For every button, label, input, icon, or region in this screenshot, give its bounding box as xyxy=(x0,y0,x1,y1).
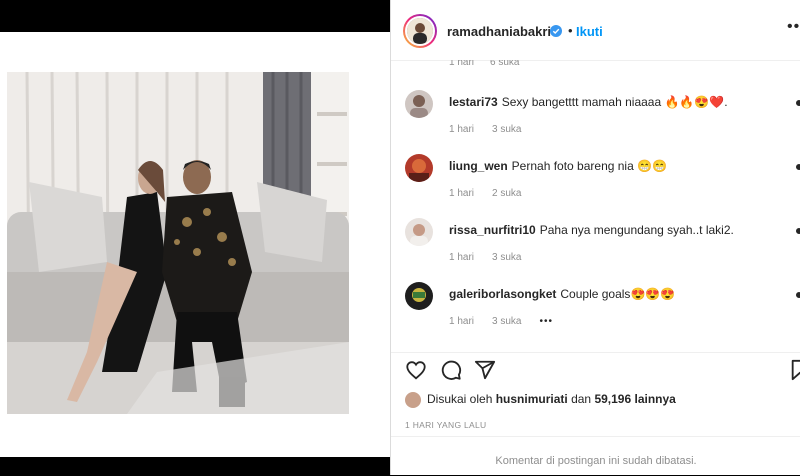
comment-item: lestari73 Sexy bangetttt mamah niaaaa 🔥🔥😍… xyxy=(391,90,800,150)
share-icon[interactable] xyxy=(474,359,496,381)
likes-summary: Disukai oleh husnimuriati dan 59,196 lai… xyxy=(405,392,676,408)
comment-emoji: 🔥🔥😍❤️. xyxy=(664,95,728,109)
comment-like-icon[interactable] xyxy=(796,100,800,106)
heart-icon[interactable] xyxy=(405,359,427,381)
commenter-avatar[interactable] xyxy=(405,218,433,246)
post-photo[interactable] xyxy=(7,72,349,414)
post-header: ramadhaniabakrie • Ikuti ••• xyxy=(391,0,800,61)
comment-time: 1 hari xyxy=(449,252,475,263)
comment-text: Paha nya mengundang syah..t laki2. xyxy=(539,223,734,237)
comment-item: liung_wen Pernah foto bareng nia 😁😁 1 har… xyxy=(391,154,800,214)
liker-avatar[interactable] xyxy=(405,392,421,408)
post-actions-bar xyxy=(391,352,800,383)
comment-like-icon[interactable] xyxy=(796,292,800,298)
commenter-username[interactable]: rissa_nurfitri10 xyxy=(449,223,536,237)
comments-closed-text: Komentar di postingan ini sudah dibatasi… xyxy=(495,455,697,467)
comment-like-icon[interactable] xyxy=(796,164,800,170)
commenter-avatar[interactable] xyxy=(405,282,433,310)
likes-count[interactable]: 59,196 lainnya xyxy=(594,392,675,406)
commenter-username[interactable]: lestari73 xyxy=(449,95,498,109)
comment-icon[interactable] xyxy=(440,359,462,381)
comment-more-icon[interactable]: ••• xyxy=(539,316,553,327)
comment-likes[interactable]: 3 suka xyxy=(492,316,521,327)
comment-text: Sexy bangetttt mamah niaaaa xyxy=(501,95,662,109)
comment-text: Pernah foto bareng nia xyxy=(511,159,634,173)
commenter-username[interactable]: liung_wen xyxy=(449,159,508,173)
verified-icon xyxy=(550,25,562,37)
comment-time: 1 hari xyxy=(449,124,475,135)
comments-list[interactable]: 1 hari 6 suka lestari73 Sexy bangetttt mam… xyxy=(391,60,800,350)
post-timestamp[interactable]: 1 HARI YANG LALU xyxy=(405,420,487,430)
commenter-username[interactable]: galeriborlasongket xyxy=(449,287,556,301)
more-options-icon[interactable]: ••• xyxy=(787,18,800,36)
poster-avatar[interactable] xyxy=(403,14,437,48)
comment-time: 1 hari xyxy=(449,316,475,327)
comment-item: galeriborlasongket Couple goals😍😍😍 1 hari… xyxy=(391,282,800,342)
post-side-panel: ramadhaniabakrie • Ikuti ••• 1 hari6 suk… xyxy=(390,0,800,475)
bookmark-icon[interactable] xyxy=(789,359,800,381)
comment-emoji: 😁😁 xyxy=(637,159,667,173)
comment-time: 1 hari xyxy=(449,188,475,199)
comment-emoji: 😍😍😍 xyxy=(630,287,676,301)
comment-likes[interactable]: 3 suka xyxy=(492,124,521,135)
comment-likes[interactable]: 2 suka xyxy=(492,188,521,199)
comment-item: rissa_nurfitri10 Paha nya mengundang syah… xyxy=(391,218,800,278)
top-comment-meta: 1 hari 6 suka xyxy=(449,60,520,68)
comment-like-icon[interactable] xyxy=(796,228,800,234)
image-bottom-bar xyxy=(0,457,390,475)
poster-username[interactable]: ramadhaniabakrie xyxy=(447,24,558,39)
comment-likes[interactable]: 3 suka xyxy=(492,252,521,263)
comments-closed-notice: Komentar di postingan ini sudah dibatasi… xyxy=(391,436,800,476)
liker-username[interactable]: husnimuriati xyxy=(496,392,568,406)
image-top-bar xyxy=(0,0,390,32)
commenter-avatar[interactable] xyxy=(405,154,433,182)
follow-button[interactable]: Ikuti xyxy=(576,24,603,39)
comment-text: Couple goals xyxy=(560,287,631,301)
separator-dot: • xyxy=(568,23,573,38)
commenter-avatar[interactable] xyxy=(405,90,433,118)
